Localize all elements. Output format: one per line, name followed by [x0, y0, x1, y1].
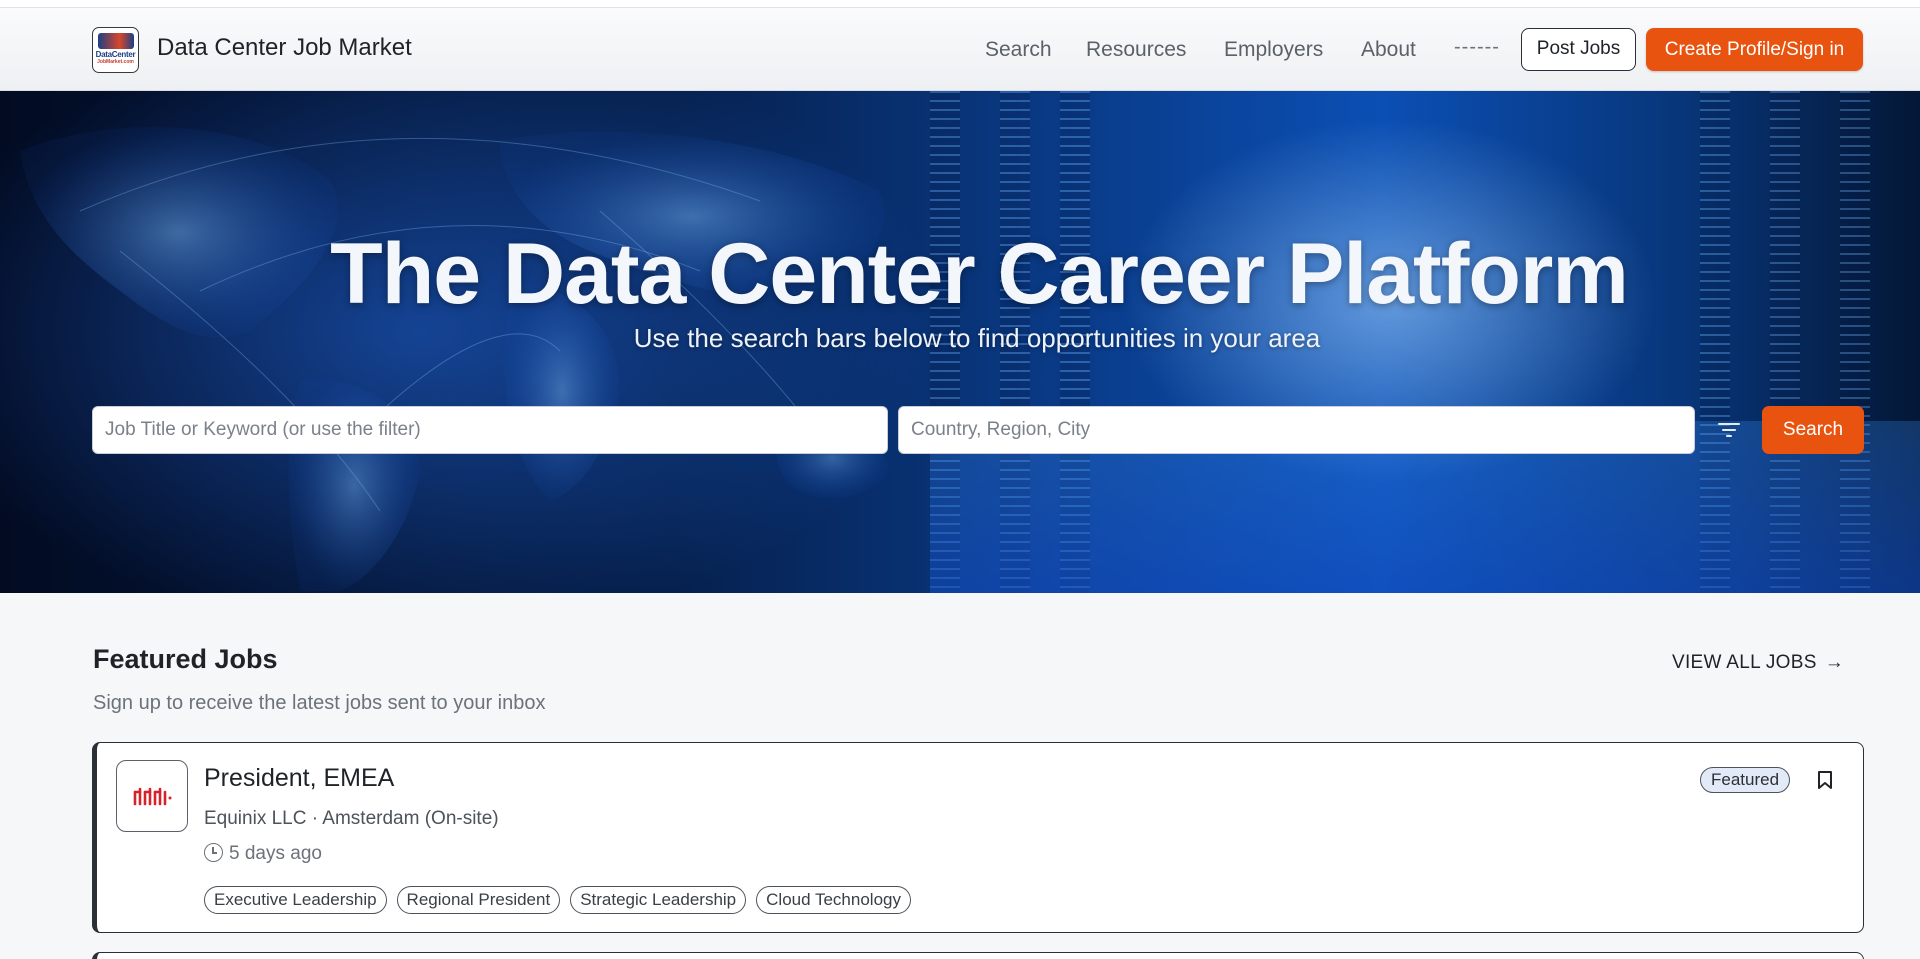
search-button[interactable]: Search — [1762, 406, 1864, 454]
keyword-search-input[interactable] — [92, 406, 888, 454]
nav-search[interactable]: Search — [985, 38, 1052, 62]
filter-icon[interactable] — [1716, 417, 1742, 443]
job-posted-label: 5 days ago — [229, 843, 322, 864]
view-all-jobs-label: VIEW ALL JOBS — [1672, 652, 1817, 673]
job-meta: Equinix LLC · Amsterdam (On-site) — [204, 808, 499, 830]
create-profile-button[interactable]: Create Profile/Sign in — [1646, 28, 1863, 71]
company-logo — [116, 760, 188, 832]
featured-jobs-title: Featured Jobs — [93, 644, 278, 674]
job-card[interactable] — [92, 952, 1864, 959]
brand-name[interactable]: Data Center Job Market — [157, 34, 412, 62]
logo-graphic — [98, 33, 134, 49]
browser-top-strip — [0, 0, 1920, 8]
hero-banner: The Data Center Career Platform Use the … — [0, 91, 1920, 593]
hero-subtitle: Use the search bars below to find opport… — [633, 323, 1321, 353]
site-logo[interactable]: DataCenter JobMarket.com — [92, 27, 139, 73]
equinix-logo-icon — [133, 787, 172, 806]
logo-subtext: JobMarket.com — [97, 59, 134, 65]
job-location: Amsterdam (On-site) — [322, 808, 499, 829]
job-title[interactable]: President, EMEA — [204, 764, 394, 793]
bookmark-icon[interactable] — [1817, 770, 1833, 790]
featured-jobs-subtitle: Sign up to receive the latest jobs sent … — [93, 692, 546, 714]
location-search-input[interactable] — [898, 406, 1695, 454]
nav-more[interactable]: ------ — [1454, 36, 1500, 59]
job-tags: Executive Leadership Regional President … — [204, 886, 911, 914]
job-tag[interactable]: Cloud Technology — [756, 886, 911, 914]
hero-title: The Data Center Career Platform — [330, 226, 1629, 322]
nav-employers[interactable]: Employers — [1224, 38, 1323, 62]
job-tag[interactable]: Executive Leadership — [204, 886, 387, 914]
job-tag[interactable]: Strategic Leadership — [570, 886, 747, 914]
job-card[interactable]: President, EMEA Equinix LLC · Amsterdam … — [92, 742, 1864, 933]
arrow-right-icon: → — [1824, 652, 1845, 673]
logo-text: DataCenter — [95, 50, 136, 59]
nav-about[interactable]: About — [1361, 38, 1416, 62]
job-posted: 5 days ago — [204, 843, 322, 865]
job-company: Equinix LLC — [204, 808, 307, 829]
site-header: DataCenter JobMarket.com Data Center Job… — [0, 8, 1920, 91]
view-all-jobs-link[interactable]: VIEW ALL JOBS → — [1672, 652, 1844, 674]
nav-resources[interactable]: Resources — [1086, 38, 1186, 62]
featured-badge: Featured — [1700, 767, 1791, 793]
clock-icon — [204, 843, 223, 862]
post-jobs-button[interactable]: Post Jobs — [1521, 28, 1636, 71]
job-tag[interactable]: Regional President — [396, 886, 561, 914]
meta-separator: · — [311, 808, 319, 829]
